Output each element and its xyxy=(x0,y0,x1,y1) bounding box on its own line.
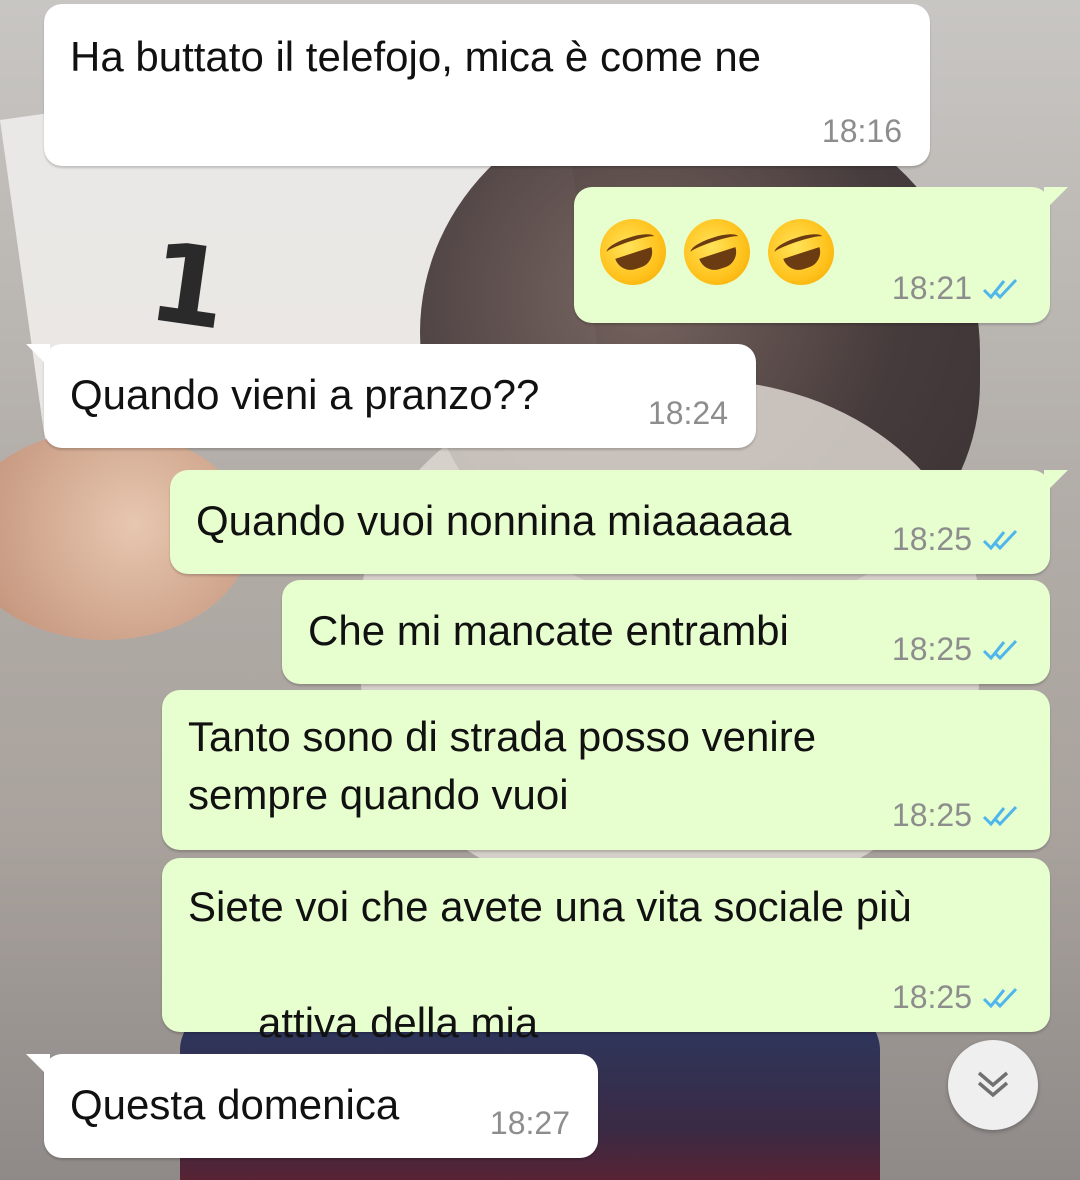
message-time: 18:25 xyxy=(891,979,972,1015)
message-text: Ha buttato il telefojo, mica è come ne xyxy=(70,33,762,80)
message-bubble-outgoing[interactable]: Che mi mancate entrambi 18:25 xyxy=(282,580,1050,684)
message-text: Quando vieni a pranzo?? xyxy=(70,371,540,418)
message-time: 18:16 xyxy=(821,113,902,149)
message-time: 18:25 xyxy=(891,631,972,667)
message-bubble-outgoing[interactable]: Siete voi che avete una vita sociale più… xyxy=(162,858,1050,1122)
message-bubble-outgoing[interactable]: 18:21 xyxy=(574,187,1068,323)
scroll-to-bottom-button[interactable] xyxy=(948,1040,1038,1130)
message-time: 18:25 xyxy=(891,521,972,557)
rolling-laughing-emoji-icon xyxy=(675,210,759,294)
double-check-icon xyxy=(982,987,1018,1008)
message-bubble-outgoing[interactable]: Quando vuoi nonnina miaaaaaa 18:25 xyxy=(170,470,1068,574)
message-time: 18:27 xyxy=(489,1105,570,1141)
double-chevron-down-icon xyxy=(977,1071,1009,1098)
message-list[interactable]: Ha buttato il telefojo, mica è come ne 1… xyxy=(0,0,1080,1180)
double-check-icon xyxy=(982,639,1018,660)
message-bubble-incoming[interactable]: Questa domenica 18:27 xyxy=(26,1054,598,1158)
message-bubble-incoming[interactable]: Quando vieni a pranzo?? 18:24 xyxy=(26,344,756,448)
double-check-icon xyxy=(982,529,1018,550)
rolling-laughing-emoji-icon xyxy=(759,210,843,294)
message-time: 18:25 xyxy=(891,797,972,833)
rolling-laughing-emoji-icon xyxy=(591,210,675,294)
message-bubble-incoming[interactable]: Ha buttato il telefojo, mica è come ne 1… xyxy=(44,4,930,166)
message-text-line-1: Siete voi che avete una vita sociale più xyxy=(188,883,912,930)
message-time: 18:24 xyxy=(647,395,728,431)
message-text-line-2: attiva della mia xyxy=(258,999,539,1046)
double-check-icon xyxy=(982,805,1018,826)
double-check-icon xyxy=(982,278,1018,299)
message-time: 18:21 xyxy=(891,270,972,306)
message-bubble-outgoing[interactable]: Tanto sono di strada posso venire sempre… xyxy=(162,690,1050,850)
